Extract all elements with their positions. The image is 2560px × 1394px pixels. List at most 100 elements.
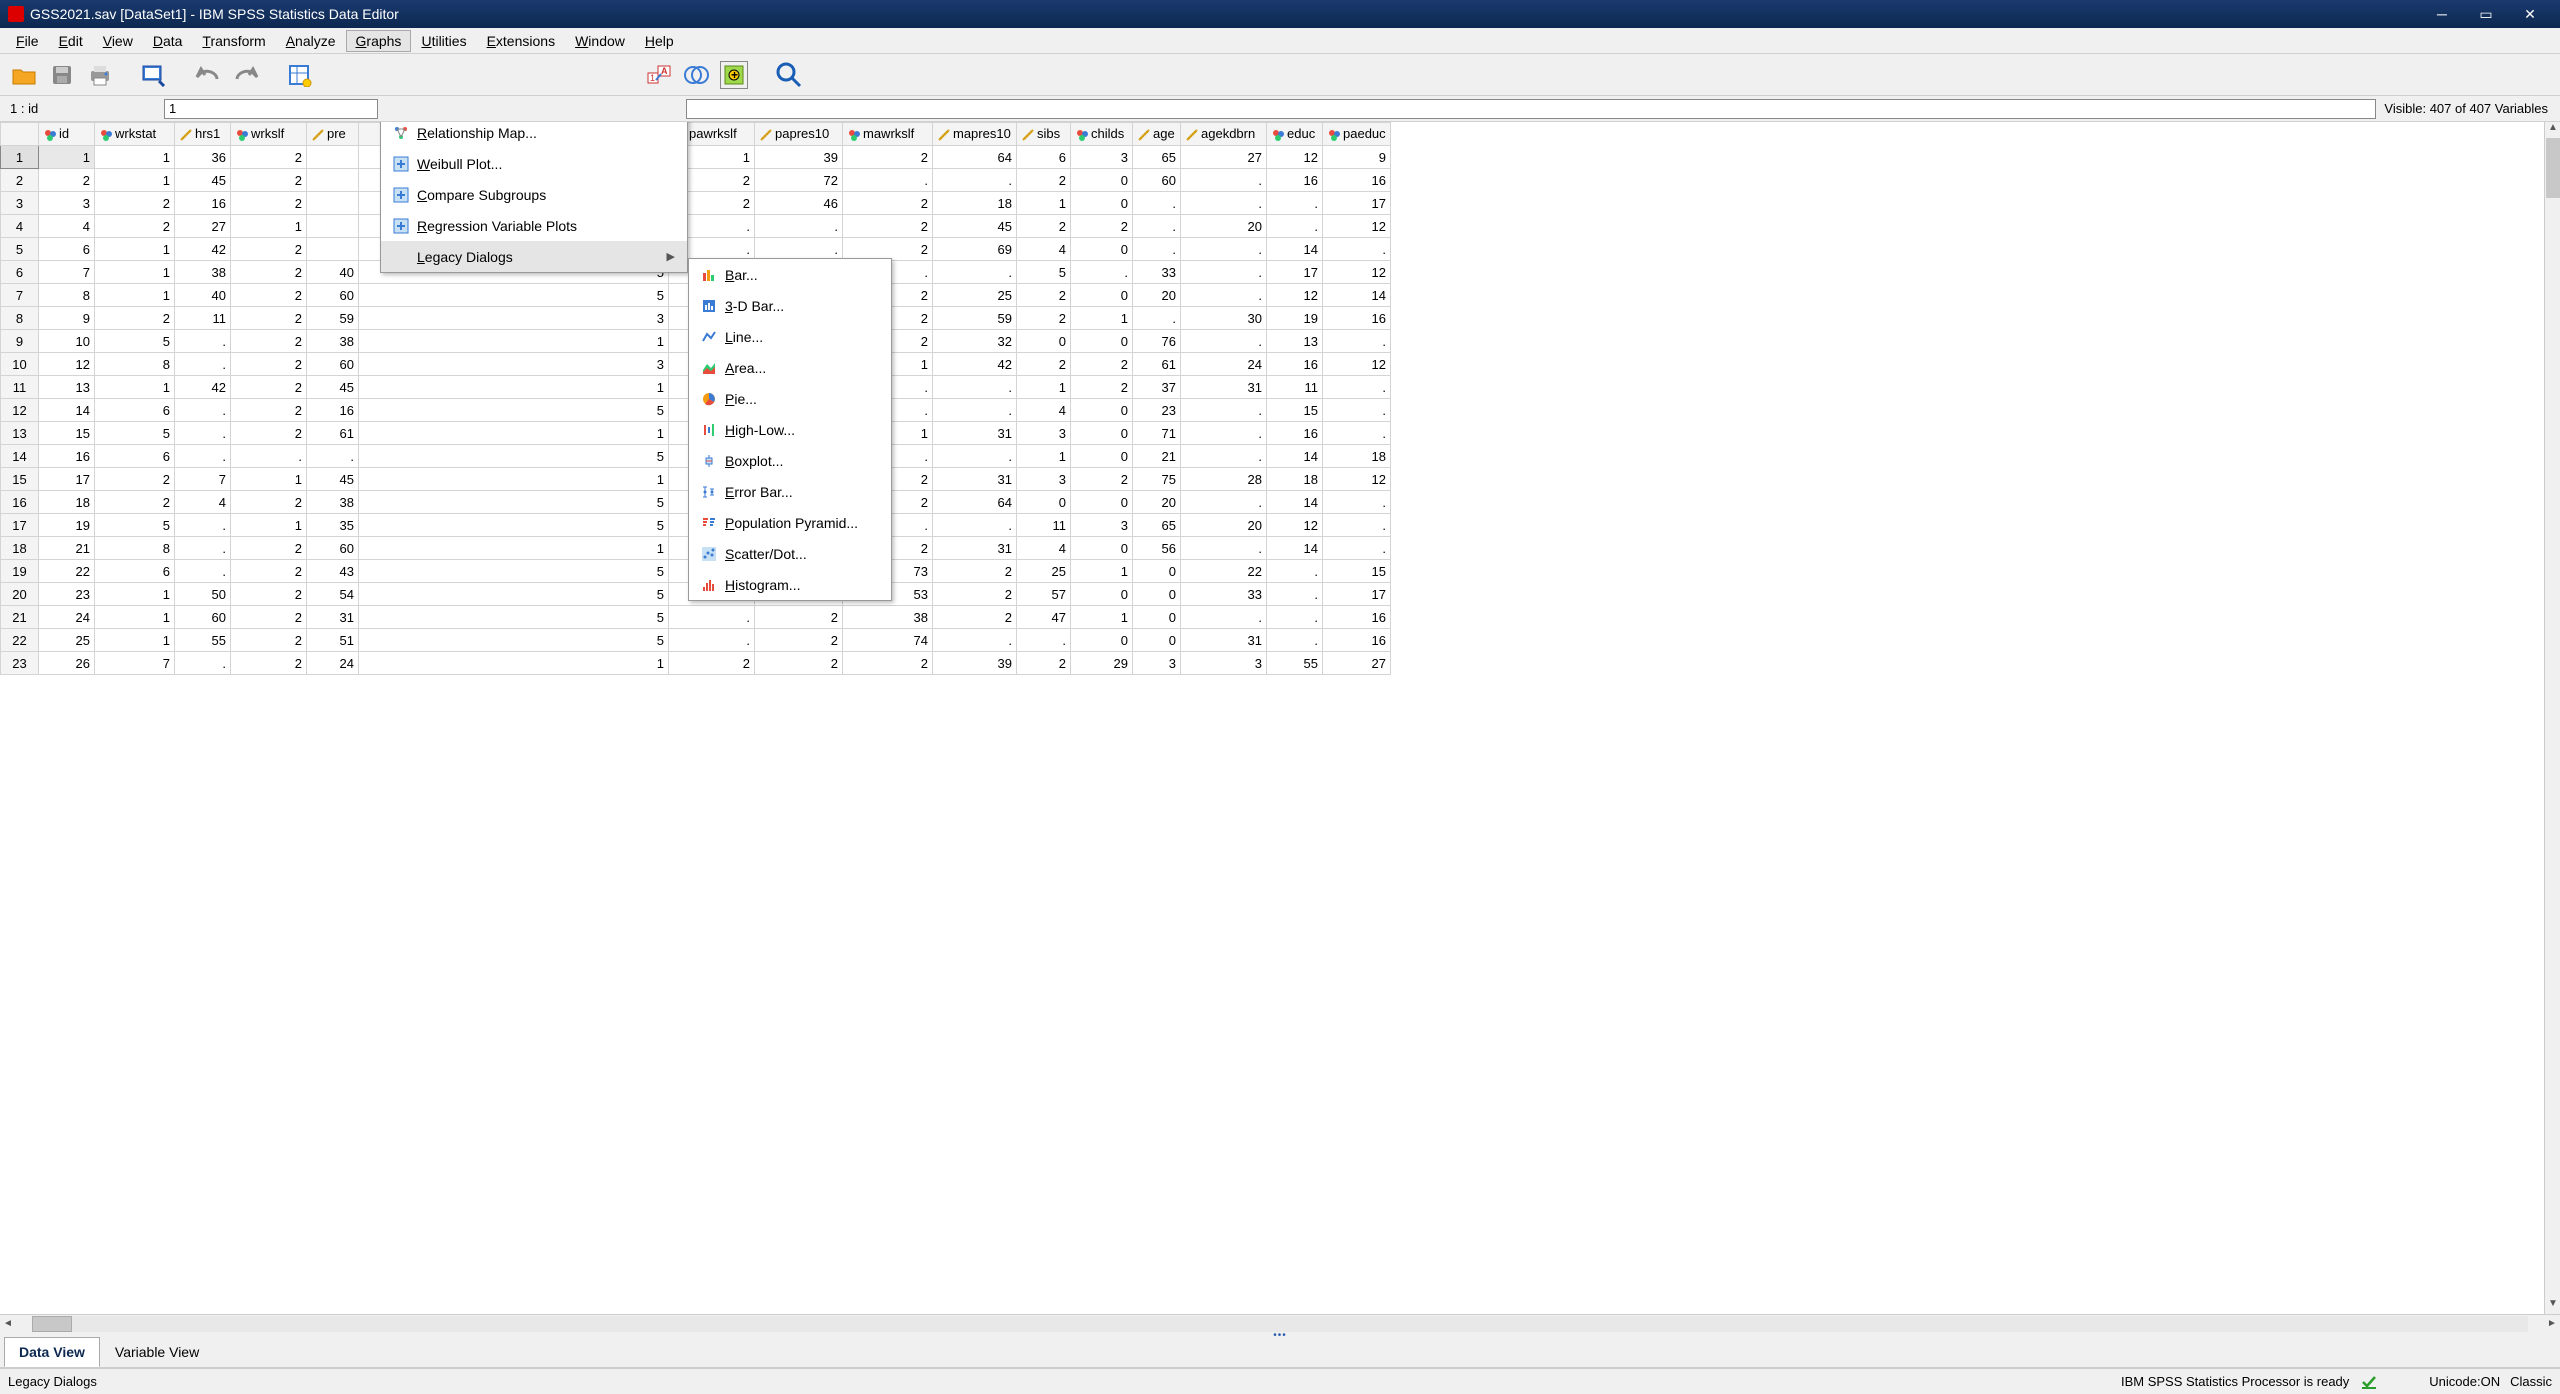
column-header-educ[interactable]: educ — [1267, 123, 1323, 146]
cell[interactable]: 6 — [95, 445, 175, 468]
cell[interactable]: 14 — [1323, 284, 1391, 307]
menuitem-weibull-plot-[interactable]: Weibull Plot... — [381, 148, 687, 179]
cell[interactable]: 32 — [933, 330, 1017, 353]
cell[interactable]: 1 — [95, 261, 175, 284]
cell[interactable]: 6 — [95, 399, 175, 422]
cell[interactable]: 5 — [95, 330, 175, 353]
cell[interactable]: 2 — [95, 468, 175, 491]
cell[interactable]: 1 — [359, 376, 669, 399]
scroll-down-icon[interactable]: ▼ — [2545, 1298, 2560, 1314]
cell[interactable]: 11 — [175, 307, 231, 330]
cell[interactable]: 9 — [39, 307, 95, 330]
cell[interactable]: 27 — [1181, 146, 1267, 169]
cell[interactable]: 2 — [231, 284, 307, 307]
cell[interactable] — [307, 169, 359, 192]
cell[interactable]: 31 — [307, 606, 359, 629]
cell[interactable]: 0 — [1133, 629, 1181, 652]
cell[interactable]: 2 — [669, 652, 755, 675]
cell[interactable]: 38 — [843, 606, 933, 629]
cell[interactable]: 2 — [843, 192, 933, 215]
cell[interactable]: 20 — [1133, 284, 1181, 307]
cell[interactable]: 50 — [175, 583, 231, 606]
cell[interactable]: 2 — [231, 146, 307, 169]
open-icon[interactable] — [10, 61, 38, 89]
cell[interactable]: 71 — [1133, 422, 1181, 445]
cell[interactable]: 2 — [231, 422, 307, 445]
cell[interactable]: 3 — [1017, 422, 1071, 445]
row-header[interactable]: 15 — [1, 468, 39, 491]
cell[interactable]: 2 — [755, 629, 843, 652]
cell[interactable]: 31 — [1181, 376, 1267, 399]
cell[interactable]: 59 — [307, 307, 359, 330]
cell[interactable]: 2 — [231, 606, 307, 629]
cell[interactable]: . — [1323, 399, 1391, 422]
cell[interactable]: 12 — [1267, 146, 1323, 169]
cell[interactable]: . — [1323, 330, 1391, 353]
column-header-childs[interactable]: childs — [1071, 123, 1133, 146]
cell[interactable]: 5 — [359, 629, 669, 652]
cell[interactable]: . — [1323, 376, 1391, 399]
cell[interactable]: 38 — [307, 491, 359, 514]
cell[interactable]: 2 — [843, 215, 933, 238]
show-all-icon[interactable]: + — [720, 61, 748, 89]
menu-utilities[interactable]: Utilities — [411, 30, 476, 52]
cell[interactable]: 65 — [1133, 514, 1181, 537]
cell[interactable]: 0 — [1071, 491, 1133, 514]
cell[interactable]: 40 — [175, 284, 231, 307]
cell[interactable]: 2 — [1017, 169, 1071, 192]
cell[interactable] — [307, 192, 359, 215]
column-header-wrkstat[interactable]: wrkstat — [95, 123, 175, 146]
menu-extensions[interactable]: Extensions — [477, 30, 566, 52]
cell[interactable]: 17 — [39, 468, 95, 491]
cell[interactable]: . — [933, 376, 1017, 399]
cell[interactable]: 2 — [1017, 284, 1071, 307]
cell[interactable]: 14 — [39, 399, 95, 422]
cell[interactable]: 31 — [933, 422, 1017, 445]
row-header[interactable]: 7 — [1, 284, 39, 307]
cell[interactable]: 16 — [1323, 307, 1391, 330]
cell[interactable]: 2 — [95, 491, 175, 514]
cell[interactable]: 1 — [1071, 307, 1133, 330]
menu-help[interactable]: Help — [635, 30, 684, 52]
redo-icon[interactable] — [232, 61, 260, 89]
cell[interactable]: 7 — [39, 261, 95, 284]
cell[interactable]: 11 — [1017, 514, 1071, 537]
cell[interactable]: 42 — [175, 376, 231, 399]
column-header-age[interactable]: age — [1133, 123, 1181, 146]
cell[interactable]: 46 — [755, 192, 843, 215]
cell[interactable]: 69 — [933, 238, 1017, 261]
cell[interactable]: 11 — [1267, 376, 1323, 399]
cell[interactable]: 1 — [359, 422, 669, 445]
cell[interactable]: 4 — [1017, 399, 1071, 422]
menuitem-pie-[interactable]: Pie... — [689, 383, 891, 414]
cell[interactable]: 12 — [1267, 284, 1323, 307]
cell[interactable]: 2 — [1071, 215, 1133, 238]
tab-data-view[interactable]: Data View — [4, 1337, 100, 1367]
cell[interactable]: 3 — [1017, 468, 1071, 491]
cell[interactable]: 0 — [1133, 606, 1181, 629]
cell[interactable]: 1 — [95, 629, 175, 652]
cell[interactable]: . — [1071, 261, 1133, 284]
menuitem-boxplot-[interactable]: Boxplot... — [689, 445, 891, 476]
scroll-left-icon[interactable]: ◄ — [0, 1318, 16, 1329]
cell[interactable]: . — [1181, 192, 1267, 215]
menuitem-regression-variable-plots[interactable]: Regression Variable Plots — [381, 210, 687, 241]
menuitem-relationship-map-[interactable]: Relationship Map... — [381, 122, 687, 148]
row-header[interactable]: 5 — [1, 238, 39, 261]
row-header[interactable]: 11 — [1, 376, 39, 399]
cell[interactable]: 5 — [359, 491, 669, 514]
cell[interactable]: 3 — [39, 192, 95, 215]
cell[interactable]: . — [933, 261, 1017, 284]
cell[interactable]: 64 — [933, 491, 1017, 514]
cell[interactable]: 16 — [1323, 606, 1391, 629]
cell[interactable]: . — [1323, 514, 1391, 537]
cell[interactable]: 2 — [231, 629, 307, 652]
cell[interactable]: . — [175, 445, 231, 468]
cell[interactable]: 22 — [39, 560, 95, 583]
menuitem-line-[interactable]: Line... — [689, 321, 891, 352]
cell[interactable]: 1 — [1017, 376, 1071, 399]
cell[interactable]: 2 — [1017, 215, 1071, 238]
column-header-sibs[interactable]: sibs — [1017, 123, 1071, 146]
cell[interactable]: 12 — [1323, 261, 1391, 284]
column-header-papres10[interactable]: papres10 — [755, 123, 843, 146]
